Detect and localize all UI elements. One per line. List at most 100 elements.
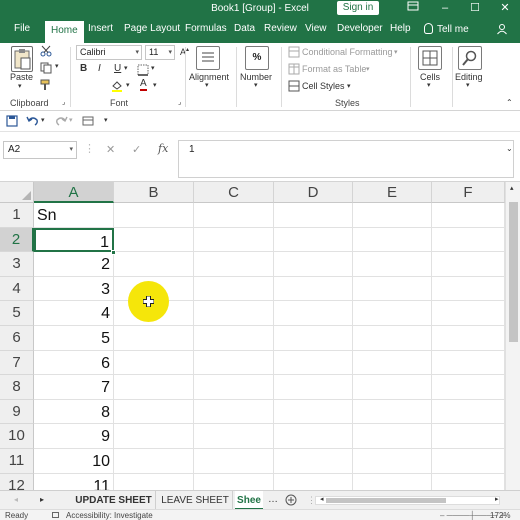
paste-label[interactable]: Paste <box>10 72 33 82</box>
cell-styles-icon[interactable] <box>288 80 300 92</box>
undo-dropdown-icon[interactable]: ▾ <box>41 116 45 124</box>
horizontal-scrollbar[interactable] <box>315 496 500 505</box>
cell-e[interactable] <box>353 350 432 376</box>
cell-a[interactable]: 5 <box>34 326 114 351</box>
cell-d[interactable] <box>274 449 353 474</box>
cell-b[interactable] <box>114 449 194 474</box>
cell-e[interactable] <box>353 227 432 253</box>
insert-function-icon[interactable]: fx <box>158 142 168 155</box>
font-launcher-icon[interactable]: ⌟ <box>178 98 181 106</box>
cell-d[interactable] <box>274 326 353 351</box>
cells-icon[interactable] <box>418 46 442 70</box>
font-size-combo[interactable]: 11 ▾ <box>145 45 175 60</box>
row-header[interactable]: 1 <box>0 203 34 228</box>
cell-c[interactable] <box>194 276 274 302</box>
active-cell[interactable]: 1 <box>34 227 114 253</box>
cell-c[interactable] <box>194 350 274 376</box>
tell-me-box[interactable]: Tell me <box>424 23 469 35</box>
format-painter-icon[interactable] <box>40 79 52 91</box>
column-header-c[interactable]: C <box>194 182 274 203</box>
cell-b[interactable] <box>114 399 194 425</box>
cell-a[interactable]: 7 <box>34 375 114 400</box>
cell-f[interactable] <box>432 424 505 449</box>
cell-f[interactable] <box>432 276 505 302</box>
tab-review[interactable]: Review <box>264 23 297 34</box>
ribbon-display-icon[interactable] <box>398 0 428 17</box>
scroll-left-icon[interactable]: ◂ <box>320 495 324 503</box>
cell-e[interactable] <box>353 375 432 400</box>
row-header[interactable]: 8 <box>0 375 34 400</box>
fill-handle[interactable] <box>111 250 116 255</box>
tab-data[interactable]: Data <box>234 23 255 34</box>
row-header[interactable]: 10 <box>0 424 34 449</box>
tab-file[interactable]: File <box>14 23 30 34</box>
cell-f[interactable] <box>432 326 505 351</box>
cell-e[interactable] <box>353 399 432 425</box>
column-header-b[interactable]: B <box>114 182 194 203</box>
clipboard-launcher-icon[interactable]: ⌟ <box>62 98 65 106</box>
scroll-right-icon[interactable]: ▸ <box>495 495 499 503</box>
alignment-icon[interactable] <box>196 46 220 70</box>
cell-d[interactable] <box>274 276 353 302</box>
row-header[interactable]: 9 <box>0 399 34 425</box>
cell-d[interactable] <box>274 350 353 376</box>
undo-icon[interactable] <box>26 115 38 127</box>
redo-icon[interactable] <box>54 115 68 127</box>
cell-d[interactable] <box>274 399 353 425</box>
select-all-corner[interactable] <box>0 182 34 203</box>
row-header[interactable]: 3 <box>0 252 34 277</box>
alignment-dropdown-icon[interactable]: ▾ <box>205 81 209 89</box>
copy-dropdown-icon[interactable]: ▾ <box>55 62 59 70</box>
customize-qat-icon[interactable]: ▾ <box>104 116 108 124</box>
borders-dropdown-icon[interactable]: ▾ <box>151 64 155 72</box>
cell-a[interactable]: 4 <box>34 301 114 326</box>
tab-page-layout[interactable]: Page Layout <box>124 23 180 34</box>
sheet-tab-update-sheet[interactable]: UPDATE SHEET <box>72 491 156 510</box>
tab-formulas[interactable]: Formulas <box>185 23 227 34</box>
cell-a[interactable]: 8 <box>34 399 114 425</box>
number-dropdown-icon[interactable]: ▾ <box>254 81 258 89</box>
cell-a[interactable]: 10 <box>34 449 114 474</box>
tab-view[interactable]: View <box>305 23 327 34</box>
form-icon[interactable] <box>82 115 94 127</box>
sheet-tab-leave-sheet[interactable]: LEAVE SHEET <box>158 491 233 510</box>
row-header[interactable]: 6 <box>0 326 34 351</box>
cell-c[interactable] <box>194 203 274 228</box>
editing-dropdown-icon[interactable]: ▾ <box>466 81 470 89</box>
share-icon[interactable] <box>496 23 508 38</box>
editing-icon[interactable] <box>458 46 482 70</box>
cell-f[interactable] <box>432 375 505 400</box>
accessibility-status[interactable]: Accessibility: Investigate <box>66 510 153 520</box>
cell-c[interactable] <box>194 449 274 474</box>
sign-in-button[interactable]: Sign in <box>337 1 379 15</box>
paste-icon[interactable] <box>11 46 33 72</box>
format-as-table-icon[interactable] <box>288 63 300 75</box>
cell-a[interactable]: Sn <box>34 203 114 228</box>
fill-dropdown-icon[interactable]: ▾ <box>126 81 130 89</box>
conditional-formatting-icon[interactable] <box>288 46 300 58</box>
sheet-tab-active[interactable]: Shee <box>235 491 263 510</box>
underline-dropdown-icon[interactable]: ▾ <box>124 64 128 72</box>
column-header-a[interactable]: A <box>34 182 114 203</box>
column-header-e[interactable]: E <box>353 182 432 203</box>
italic-button[interactable]: I <box>98 63 101 74</box>
cell-b[interactable] <box>114 227 194 253</box>
cell-e[interactable] <box>353 203 432 228</box>
horizontal-scrollbar-thumb[interactable] <box>326 498 446 503</box>
formula-input[interactable]: 1 <box>178 140 514 178</box>
tab-home[interactable]: Home <box>45 21 84 43</box>
scroll-sheets-left-icon[interactable]: ◂ <box>14 495 18 504</box>
cell-c[interactable] <box>194 252 274 277</box>
zoom-level[interactable]: 172% <box>490 510 510 520</box>
vertical-scrollbar[interactable]: ▴ <box>505 182 520 490</box>
tab-help[interactable]: Help <box>390 23 411 34</box>
scroll-sheets-right-icon[interactable]: ▸ <box>40 495 44 504</box>
cancel-icon[interactable]: ✕ <box>106 143 115 156</box>
format-as-table-label[interactable]: Format as Table <box>302 64 366 74</box>
scroll-up-icon[interactable]: ▴ <box>510 184 514 192</box>
cell-f[interactable] <box>432 301 505 326</box>
cell-b[interactable] <box>114 203 194 228</box>
underline-button[interactable]: U <box>114 63 121 74</box>
maximize-icon[interactable]: ☐ <box>460 0 490 17</box>
cell-f[interactable] <box>432 252 505 277</box>
